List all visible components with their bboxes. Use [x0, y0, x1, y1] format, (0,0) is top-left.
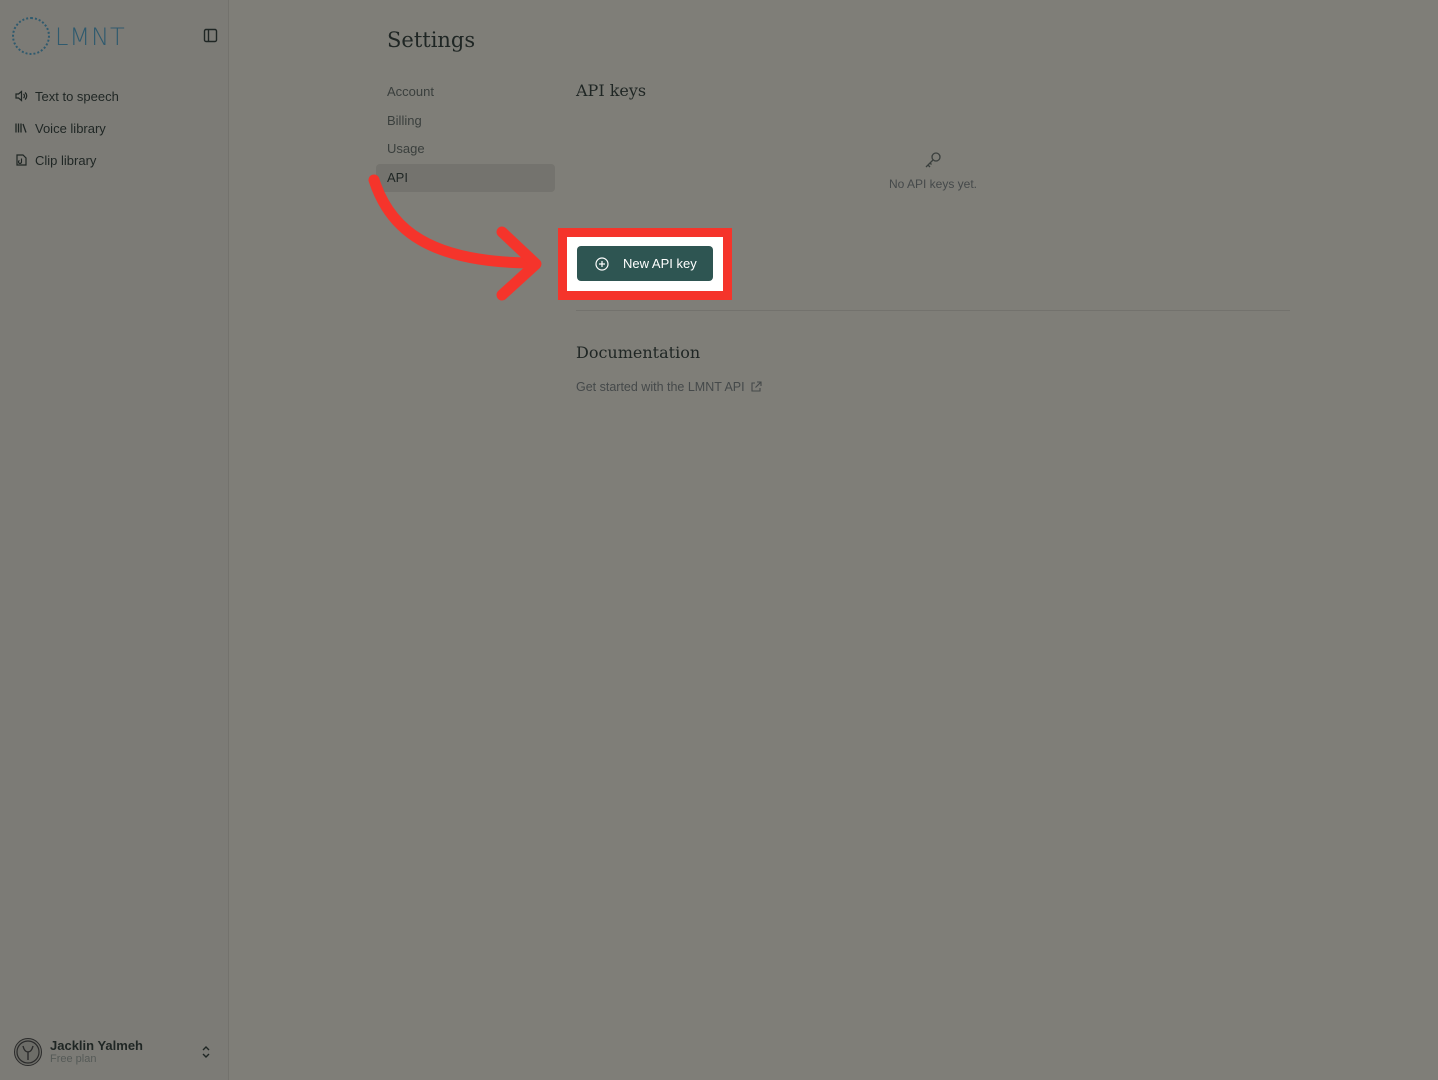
sidebar: LMNT Text to speech Voice library Clip l…	[0, 0, 229, 1080]
new-api-key-label: New API key	[623, 256, 697, 271]
tab-account[interactable]: Account	[376, 78, 555, 107]
section-divider	[576, 310, 1290, 311]
logo-ring-icon	[12, 17, 50, 55]
speaker-icon	[15, 90, 28, 102]
tab-billing[interactable]: Billing	[376, 107, 555, 136]
sidebar-item-label: Clip library	[35, 152, 97, 168]
avatar	[14, 1038, 42, 1066]
chevron-up-down-icon[interactable]	[201, 1045, 211, 1059]
new-api-key-button[interactable]: New API key	[577, 246, 713, 281]
user-plan: Free plan	[50, 1053, 97, 1065]
external-link-icon	[751, 381, 762, 392]
documentation-heading: Documentation	[576, 343, 701, 362]
empty-state-text: No API keys yet.	[888, 177, 978, 191]
sidebar-toggle-icon[interactable]	[203, 28, 218, 43]
user-menu[interactable]: Jacklin Yalmeh Free plan	[14, 1036, 219, 1068]
logo-text: LMNT	[55, 23, 126, 51]
clip-icon	[16, 154, 27, 166]
page-title: Settings	[387, 28, 476, 52]
sidebar-item-label: Voice library	[35, 120, 106, 136]
user-name: Jacklin Yalmeh	[50, 1038, 143, 1053]
documentation-link-text: Get started with the LMNT API	[576, 380, 745, 394]
api-keys-heading: API keys	[576, 81, 647, 100]
key-icon	[925, 152, 941, 168]
red-arrow-annotation	[368, 174, 542, 301]
api-keys-empty-state: No API keys yet.	[576, 150, 1290, 191]
lmnt-logo[interactable]: LMNT	[12, 16, 125, 56]
sidebar-item-text-to-speech[interactable]: Text to speech	[14, 80, 119, 112]
sidebar-item-label: Text to speech	[35, 88, 119, 104]
sidebar-item-voice-library[interactable]: Voice library	[14, 112, 119, 144]
tab-usage[interactable]: Usage	[376, 135, 555, 164]
plus-circle-icon	[595, 256, 609, 271]
library-icon	[15, 123, 27, 133]
documentation-link[interactable]: Get started with the LMNT API	[576, 380, 762, 394]
avatar-emblem-icon	[16, 1040, 40, 1064]
sidebar-item-clip-library[interactable]: Clip library	[14, 144, 119, 176]
sidebar-nav: Text to speech Voice library Clip librar…	[14, 80, 119, 176]
